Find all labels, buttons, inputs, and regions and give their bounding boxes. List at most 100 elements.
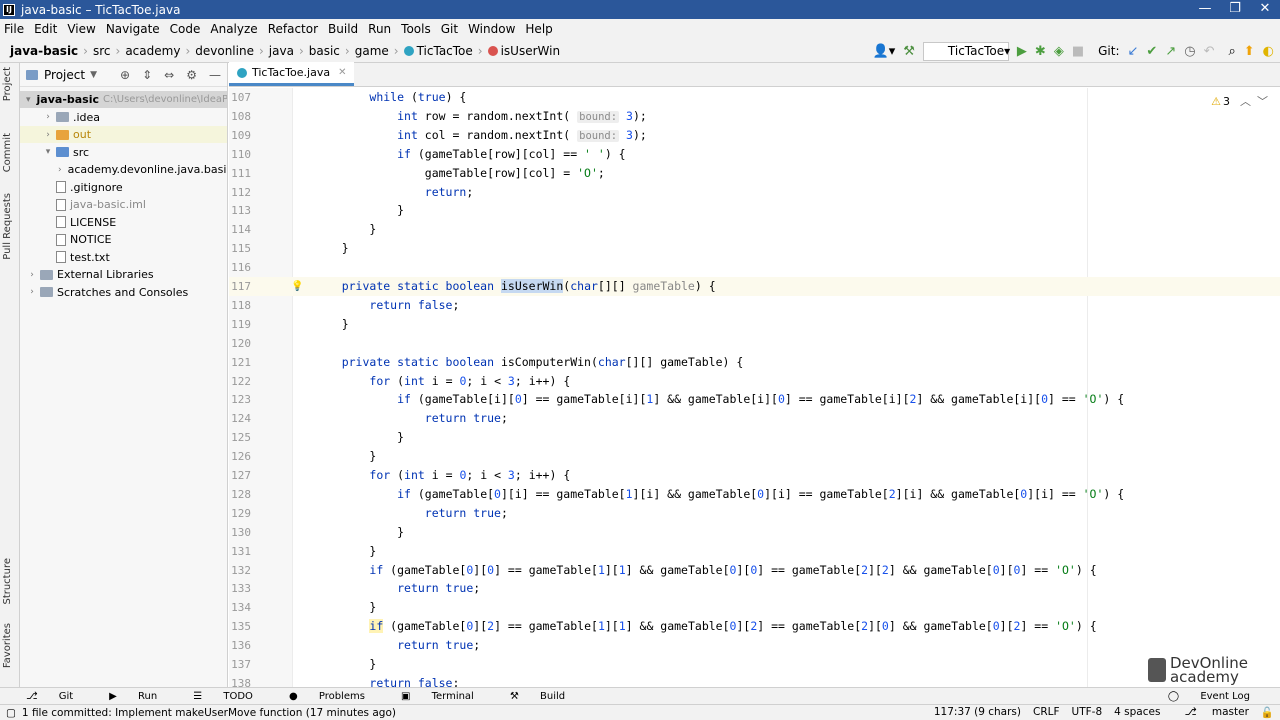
run-configuration-select[interactable]: TicTacToe ▾ bbox=[922, 41, 1010, 61]
tree-item[interactable]: › .idea bbox=[20, 109, 227, 126]
tool-tab-favorites[interactable]: Favorites bbox=[2, 623, 13, 668]
tree-item[interactable]: › academy.devonline.java.basic bbox=[20, 161, 227, 178]
breadcrumb-item[interactable]: TicTacToe bbox=[417, 44, 473, 58]
tree-item[interactable]: java-basic.iml bbox=[20, 196, 227, 213]
code-line[interactable]: 121 private static boolean isComputerWin… bbox=[229, 353, 1280, 372]
git-push-icon[interactable]: ↗ bbox=[1165, 44, 1176, 59]
chevron-down-icon[interactable]: ▼ bbox=[90, 70, 97, 80]
menu-item-run[interactable]: Run bbox=[368, 22, 391, 36]
breadcrumb-item[interactable]: basic bbox=[309, 44, 340, 58]
ide-logo-icon[interactable]: ◐ bbox=[1263, 44, 1274, 59]
tool-window-git[interactable]: ⎇ Git bbox=[26, 691, 91, 702]
coverage-icon[interactable]: ◈ bbox=[1054, 44, 1064, 59]
gear-icon[interactable]: ⚙ bbox=[186, 68, 197, 82]
tree-item[interactable]: test.txt bbox=[20, 249, 227, 266]
event-log-button[interactable]: ◯ Event Log bbox=[1168, 691, 1268, 702]
menu-item-view[interactable]: View bbox=[67, 22, 95, 36]
expand-arrow-icon[interactable]: › bbox=[42, 130, 54, 140]
tree-item[interactable]: NOTICE bbox=[20, 231, 227, 248]
code-line[interactable]: 135 if (gameTable[0][2] == gameTable[1][… bbox=[229, 617, 1280, 636]
status-panel-icon[interactable]: ▢ bbox=[6, 707, 16, 719]
code-line[interactable]: 108 int row = random.nextInt( bound: 3); bbox=[229, 107, 1280, 126]
code-line[interactable]: 129 return true; bbox=[229, 504, 1280, 523]
breadcrumb-item[interactable]: academy bbox=[125, 44, 180, 58]
expand-arrow-icon[interactable]: › bbox=[26, 270, 38, 280]
code-line[interactable]: 127 for (int i = 0; i < 3; i++) { bbox=[229, 466, 1280, 485]
code-line[interactable]: 128 if (gameTable[0][i] == gameTable[1][… bbox=[229, 485, 1280, 504]
code-line[interactable]: 124 return true; bbox=[229, 409, 1280, 428]
tool-tab-project[interactable]: Project bbox=[2, 67, 13, 101]
menu-item-edit[interactable]: Edit bbox=[34, 22, 57, 36]
git-branch[interactable]: ⎇ master bbox=[1172, 706, 1248, 719]
close-tab-icon[interactable]: ✕ bbox=[338, 67, 346, 78]
menu-item-code[interactable]: Code bbox=[170, 22, 201, 36]
menu-item-tools[interactable]: Tools bbox=[401, 22, 431, 36]
update-icon[interactable]: ⬆ bbox=[1244, 44, 1255, 59]
editor-tab[interactable]: TicTacToe.java ✕ bbox=[229, 62, 355, 86]
status-message[interactable]: 1 file committed: Implement makeUserMove… bbox=[22, 707, 396, 719]
intention-bulb-icon[interactable]: 💡 bbox=[291, 277, 303, 296]
code-editor[interactable]: 107 while (true) {108 int row = random.n… bbox=[229, 88, 1280, 687]
expand-arrow-icon[interactable]: ▾ bbox=[26, 95, 31, 105]
breadcrumb-item[interactable]: isUserWin bbox=[501, 44, 560, 58]
tool-window-problems[interactable]: ● Problems bbox=[289, 691, 383, 702]
menu-item-analyze[interactable]: Analyze bbox=[210, 22, 257, 36]
code-line[interactable]: 115 } bbox=[229, 239, 1280, 258]
code-line[interactable]: 122 for (int i = 0; i < 3; i++) { bbox=[229, 372, 1280, 391]
git-update-icon[interactable]: ↙ bbox=[1128, 44, 1139, 59]
code-line[interactable]: 107 while (true) { bbox=[229, 88, 1280, 107]
minimize-button[interactable]: — bbox=[1190, 0, 1220, 19]
code-line[interactable]: 117 💡 private static boolean isUserWin(ch… bbox=[229, 277, 1280, 296]
indent-setting[interactable]: 4 spaces bbox=[1114, 706, 1160, 719]
code-line[interactable]: 111 gameTable[row][col] = 'O'; bbox=[229, 164, 1280, 183]
code-line[interactable]: 133 return true; bbox=[229, 579, 1280, 598]
chevron-up-icon[interactable]: ︿ bbox=[1240, 93, 1251, 109]
code-line[interactable]: 113 } bbox=[229, 201, 1280, 220]
git-commit-icon[interactable]: ✔ bbox=[1146, 44, 1157, 59]
code-line[interactable]: 116 bbox=[229, 258, 1280, 277]
tool-window-terminal[interactable]: ▣ Terminal bbox=[401, 691, 492, 702]
run-icon[interactable]: ▶ bbox=[1017, 44, 1027, 59]
menu-item-file[interactable]: File bbox=[4, 22, 24, 36]
line-separator[interactable]: CRLF bbox=[1033, 706, 1060, 719]
breadcrumb-item[interactable]: devonline bbox=[195, 44, 254, 58]
project-panel-title[interactable]: Project bbox=[44, 68, 85, 82]
code-line[interactable]: 126 } bbox=[229, 447, 1280, 466]
tree-item[interactable]: ▾ java-basic C:\Users\devonline\IdeaPro bbox=[20, 91, 227, 108]
menu-item-help[interactable]: Help bbox=[525, 22, 552, 36]
chevron-down-icon[interactable]: ﹀ bbox=[1257, 93, 1268, 109]
expand-all-icon[interactable]: ⇕ bbox=[142, 68, 152, 82]
code-line[interactable]: 119 } bbox=[229, 315, 1280, 334]
debug-icon[interactable]: ✱ bbox=[1035, 44, 1046, 59]
tree-item[interactable]: ▾ src bbox=[20, 144, 227, 161]
stop-icon[interactable]: ■ bbox=[1072, 44, 1084, 59]
maximize-button[interactable]: ❐ bbox=[1220, 0, 1250, 19]
file-encoding[interactable]: UTF-8 bbox=[1072, 706, 1103, 719]
menu-item-build[interactable]: Build bbox=[328, 22, 358, 36]
breadcrumb-item[interactable]: src bbox=[93, 44, 111, 58]
rollback-icon[interactable]: ↶ bbox=[1204, 44, 1215, 59]
code-line[interactable]: 110 if (gameTable[row][col] == ' ') { bbox=[229, 145, 1280, 164]
hide-icon[interactable]: — bbox=[209, 68, 221, 82]
tree-item[interactable]: › External Libraries bbox=[20, 266, 227, 283]
locate-icon[interactable]: ⊕ bbox=[120, 68, 130, 82]
code-line[interactable]: 130 } bbox=[229, 523, 1280, 542]
tree-item[interactable]: LICENSE bbox=[20, 214, 227, 231]
code-line[interactable]: 137 } bbox=[229, 655, 1280, 674]
tool-tab-commit[interactable]: Commit bbox=[2, 133, 13, 172]
tree-item[interactable]: › out bbox=[20, 126, 227, 143]
menu-item-navigate[interactable]: Navigate bbox=[106, 22, 160, 36]
code-line[interactable]: 138 return false; bbox=[229, 674, 1280, 687]
expand-arrow-icon[interactable]: › bbox=[26, 287, 38, 297]
menu-item-git[interactable]: Git bbox=[441, 22, 458, 36]
menu-item-refactor[interactable]: Refactor bbox=[268, 22, 318, 36]
breadcrumb-item[interactable]: java-basic bbox=[10, 44, 78, 58]
history-icon[interactable]: ◷ bbox=[1184, 44, 1195, 59]
tool-window-build[interactable]: ⚒ Build bbox=[510, 691, 583, 702]
search-icon[interactable]: ⌕ bbox=[1228, 44, 1235, 59]
inspection-widget[interactable]: ⚠ 3 ︿ ﹀ bbox=[1211, 93, 1268, 109]
expand-arrow-icon[interactable]: › bbox=[42, 112, 54, 122]
tool-tab-pull-requests[interactable]: Pull Requests bbox=[2, 193, 13, 260]
code-line[interactable]: 109 int col = random.nextInt( bound: 3); bbox=[229, 126, 1280, 145]
code-line[interactable]: 131 } bbox=[229, 542, 1280, 561]
